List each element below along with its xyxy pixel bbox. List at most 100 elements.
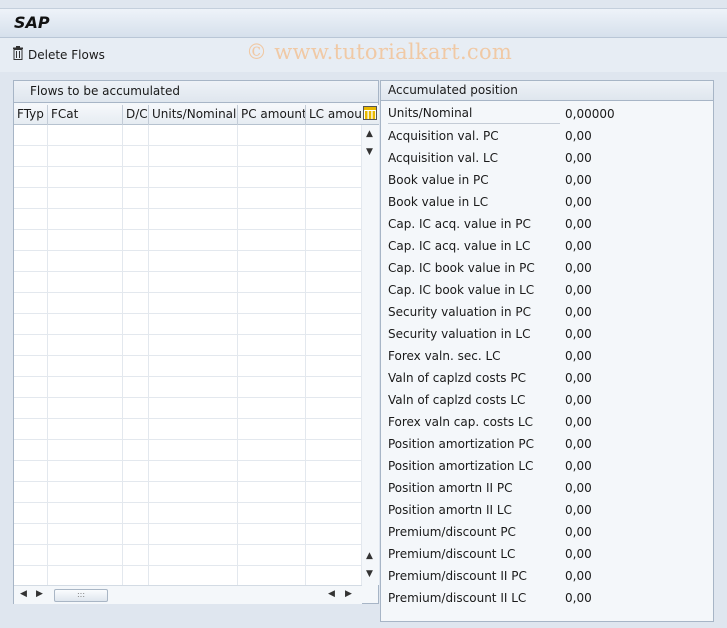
grid-cell[interactable] bbox=[48, 293, 123, 314]
grid-cell[interactable] bbox=[306, 188, 362, 209]
grid-cell[interactable] bbox=[238, 314, 306, 335]
table-row[interactable] bbox=[14, 167, 362, 188]
grid-cell[interactable] bbox=[306, 293, 362, 314]
table-row[interactable] bbox=[14, 377, 362, 398]
grid-cell[interactable] bbox=[14, 461, 48, 482]
grid-cell[interactable] bbox=[48, 209, 123, 230]
table-row[interactable] bbox=[14, 146, 362, 167]
grid-cell[interactable] bbox=[149, 566, 238, 585]
grid-cell[interactable] bbox=[306, 314, 362, 335]
grid-cell[interactable] bbox=[306, 377, 362, 398]
grid-cell[interactable] bbox=[149, 377, 238, 398]
grid-cell[interactable] bbox=[123, 125, 149, 146]
grid-cell[interactable] bbox=[48, 272, 123, 293]
grid-cell[interactable] bbox=[238, 440, 306, 461]
column-config-button[interactable] bbox=[361, 105, 379, 125]
grid-cell[interactable] bbox=[149, 335, 238, 356]
grid-cell[interactable] bbox=[238, 251, 306, 272]
table-row[interactable] bbox=[14, 335, 362, 356]
grid-cell[interactable] bbox=[123, 335, 149, 356]
grid-cell[interactable] bbox=[149, 188, 238, 209]
grid-cell[interactable] bbox=[306, 272, 362, 293]
table-row[interactable] bbox=[14, 251, 362, 272]
table-row[interactable] bbox=[14, 503, 362, 524]
grid-cell[interactable] bbox=[48, 524, 123, 545]
flows-grid[interactable]: FTyp FCat D/C Units/Nominal PC amount LC… bbox=[14, 105, 362, 585]
grid-cell[interactable] bbox=[14, 419, 48, 440]
grid-cell[interactable] bbox=[123, 272, 149, 293]
grid-cell[interactable] bbox=[306, 146, 362, 167]
grid-cell[interactable] bbox=[238, 503, 306, 524]
table-row[interactable] bbox=[14, 230, 362, 251]
grid-cell[interactable] bbox=[238, 188, 306, 209]
grid-cell[interactable] bbox=[14, 314, 48, 335]
grid-cell[interactable] bbox=[48, 167, 123, 188]
grid-cell[interactable] bbox=[149, 125, 238, 146]
grid-cell[interactable] bbox=[306, 251, 362, 272]
grid-cell[interactable] bbox=[149, 314, 238, 335]
table-row[interactable] bbox=[14, 356, 362, 377]
grid-cell[interactable] bbox=[149, 398, 238, 419]
grid-cell[interactable] bbox=[123, 251, 149, 272]
column-header-pc-amount[interactable]: PC amount bbox=[238, 105, 306, 125]
grid-cell[interactable] bbox=[123, 503, 149, 524]
grid-cell[interactable] bbox=[14, 524, 48, 545]
arrow-right-icon[interactable]: ▶ bbox=[345, 589, 352, 599]
grid-cell[interactable] bbox=[14, 566, 48, 585]
table-row[interactable] bbox=[14, 188, 362, 209]
grid-cell[interactable] bbox=[14, 167, 48, 188]
arrow-right-icon[interactable]: ▶ bbox=[36, 589, 43, 599]
grid-cell[interactable] bbox=[14, 482, 48, 503]
scroll-thumb[interactable]: ::: bbox=[54, 589, 108, 602]
delete-flows-button[interactable]: Delete Flows bbox=[12, 46, 105, 63]
grid-cell[interactable] bbox=[238, 524, 306, 545]
grid-cell[interactable] bbox=[14, 125, 48, 146]
table-row[interactable] bbox=[14, 440, 362, 461]
vertical-scrollbar[interactable]: ▲ ▼ ▲ ▼ bbox=[362, 125, 379, 585]
arrow-down-icon[interactable]: ▼ bbox=[366, 147, 373, 157]
grid-cell[interactable] bbox=[306, 209, 362, 230]
grid-cell[interactable] bbox=[48, 314, 123, 335]
grid-cell[interactable] bbox=[149, 272, 238, 293]
grid-cell[interactable] bbox=[14, 272, 48, 293]
arrow-up-icon[interactable]: ▲ bbox=[366, 551, 373, 561]
grid-cell[interactable] bbox=[238, 356, 306, 377]
horizontal-scrollbar[interactable]: ◀ ▶ ::: ◀ ▶ bbox=[14, 585, 362, 604]
grid-cell[interactable] bbox=[238, 377, 306, 398]
grid-cell[interactable] bbox=[48, 545, 123, 566]
grid-cell[interactable] bbox=[48, 251, 123, 272]
column-header-units-nominal[interactable]: Units/Nominal bbox=[149, 105, 238, 125]
grid-cell[interactable] bbox=[48, 503, 123, 524]
grid-cell[interactable] bbox=[48, 230, 123, 251]
grid-cell[interactable] bbox=[238, 335, 306, 356]
grid-cell[interactable] bbox=[149, 503, 238, 524]
grid-cell[interactable] bbox=[14, 293, 48, 314]
grid-cell[interactable] bbox=[123, 440, 149, 461]
grid-cell[interactable] bbox=[123, 209, 149, 230]
grid-cell[interactable] bbox=[123, 356, 149, 377]
table-row[interactable] bbox=[14, 314, 362, 335]
grid-cell[interactable] bbox=[238, 125, 306, 146]
grid-cell[interactable] bbox=[123, 524, 149, 545]
table-row[interactable] bbox=[14, 272, 362, 293]
grid-cell[interactable] bbox=[14, 209, 48, 230]
grid-cell[interactable] bbox=[14, 377, 48, 398]
grid-cell[interactable] bbox=[14, 251, 48, 272]
column-header-fcat[interactable]: FCat bbox=[48, 105, 123, 125]
grid-cell[interactable] bbox=[149, 524, 238, 545]
grid-cell[interactable] bbox=[14, 398, 48, 419]
grid-cell[interactable] bbox=[14, 146, 48, 167]
grid-cell[interactable] bbox=[123, 377, 149, 398]
column-header-ftyp[interactable]: FTyp bbox=[14, 105, 48, 125]
arrow-left-icon[interactable]: ◀ bbox=[20, 589, 27, 599]
grid-cell[interactable] bbox=[123, 230, 149, 251]
grid-cell[interactable] bbox=[48, 377, 123, 398]
grid-cell[interactable] bbox=[238, 545, 306, 566]
table-row[interactable] bbox=[14, 545, 362, 566]
grid-cell[interactable] bbox=[306, 503, 362, 524]
grid-cell[interactable] bbox=[48, 398, 123, 419]
grid-cell[interactable] bbox=[149, 482, 238, 503]
grid-cell[interactable] bbox=[149, 461, 238, 482]
table-row[interactable] bbox=[14, 461, 362, 482]
grid-cell[interactable] bbox=[238, 461, 306, 482]
